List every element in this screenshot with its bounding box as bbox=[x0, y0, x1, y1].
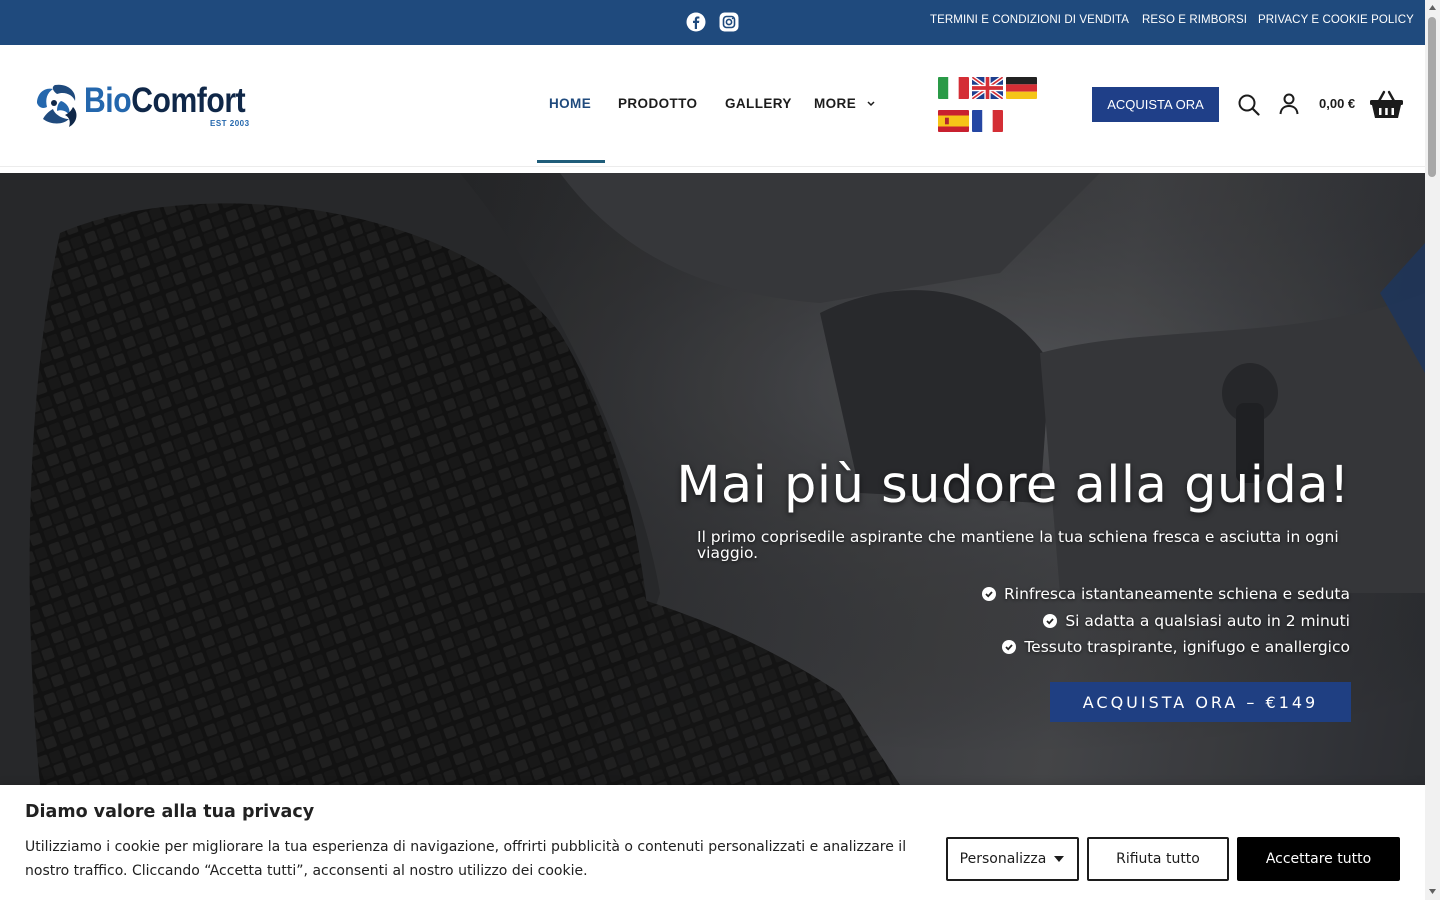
scrollbar[interactable] bbox=[1425, 0, 1440, 900]
flag-france-icon[interactable] bbox=[972, 110, 1003, 132]
hero-bullet-text: Si adatta a qualsiasi auto in 2 minuti bbox=[1065, 612, 1350, 630]
nav-gallery[interactable]: GALLERY bbox=[725, 96, 792, 111]
flag-italy-icon[interactable] bbox=[938, 77, 969, 99]
chevron-down-icon bbox=[867, 101, 875, 107]
hero-buy-button[interactable]: ACQUISTA ORA – €149 bbox=[1050, 682, 1351, 722]
check-circle-icon bbox=[1002, 640, 1017, 654]
accept-all-button[interactable]: Accettare tutto bbox=[1237, 837, 1400, 881]
hero-bullet: Tessuto traspirante, ignifugo e anallerg… bbox=[1002, 638, 1350, 656]
header-buy-button[interactable]: ACQUISTA ORA bbox=[1092, 87, 1219, 122]
user-icon[interactable] bbox=[1279, 93, 1299, 115]
basket-icon[interactable] bbox=[1369, 90, 1404, 120]
facebook-icon[interactable] bbox=[686, 12, 706, 32]
returns-link[interactable]: RESO E RIMBORSI bbox=[1142, 14, 1247, 26]
hero-bullet-text: Rinfresca istantaneamente schiena e sedu… bbox=[1004, 585, 1350, 603]
cookie-text: Utilizziamo i cookie per migliorare la t… bbox=[25, 839, 907, 879]
logo-wordmark: BioComfort bbox=[84, 81, 246, 120]
logo[interactable]: BioComfort EST 2003 bbox=[33, 81, 253, 133]
nav-prodotto[interactable]: PRODOTTO bbox=[618, 96, 697, 111]
check-circle-icon bbox=[1043, 614, 1058, 628]
caret-down-icon bbox=[1054, 856, 1065, 862]
cookie-title: Diamo valore alla tua privacy bbox=[25, 802, 315, 822]
nav-more-label: MORE bbox=[814, 96, 857, 111]
nav-more[interactable]: MORE bbox=[814, 96, 876, 111]
hero-subtitle: Il primo coprisedile aspirante che manti… bbox=[697, 528, 1339, 562]
terms-link[interactable]: TERMINI E CONDIZIONI DI VENDITA bbox=[930, 14, 1129, 26]
flag-spain-icon[interactable] bbox=[938, 110, 969, 132]
search-icon[interactable] bbox=[1238, 94, 1260, 116]
hero-bullet-text: Tessuto traspirante, ignifugo e anallerg… bbox=[1024, 638, 1350, 656]
scroll-up-icon[interactable] bbox=[1428, 4, 1437, 11]
scroll-thumb[interactable] bbox=[1428, 17, 1436, 177]
site-header: BioComfort EST 2003 HOME PRODOTTO GALLER… bbox=[0, 45, 1425, 167]
scroll-down-icon[interactable] bbox=[1428, 888, 1437, 895]
top-bar: TERMINI E CONDIZIONI DI VENDITA RESO E R… bbox=[0, 0, 1425, 45]
hero-title: Mai più sudore alla guida! bbox=[676, 456, 1350, 515]
reject-all-button[interactable]: Rifiuta tutto bbox=[1087, 837, 1229, 881]
flag-germany-icon[interactable] bbox=[1006, 77, 1037, 99]
customize-label: Personalizza bbox=[959, 851, 1047, 867]
logo-est: EST 2003 bbox=[210, 119, 250, 128]
hero-banner: Mai più sudore alla guida! Il primo copr… bbox=[0, 173, 1425, 785]
privacy-link[interactable]: PRIVACY E COOKIE POLICY bbox=[1258, 14, 1414, 26]
customize-button[interactable]: Personalizza bbox=[946, 837, 1079, 881]
active-nav-indicator bbox=[537, 160, 605, 163]
check-circle-icon bbox=[982, 587, 996, 601]
nav-home[interactable]: HOME bbox=[549, 96, 591, 111]
instagram-icon[interactable] bbox=[719, 12, 739, 32]
hero-bullet: Si adatta a qualsiasi auto in 2 minuti bbox=[1043, 612, 1350, 630]
cart-total[interactable]: 0,00 € bbox=[1319, 96, 1355, 111]
cookie-banner: Diamo valore alla tua privacy Utilizziam… bbox=[0, 785, 1425, 900]
flag-uk-icon[interactable] bbox=[972, 77, 1003, 99]
hero-bullet: Rinfresca istantaneamente schiena e sedu… bbox=[982, 585, 1350, 603]
logo-mark-icon bbox=[37, 84, 77, 127]
